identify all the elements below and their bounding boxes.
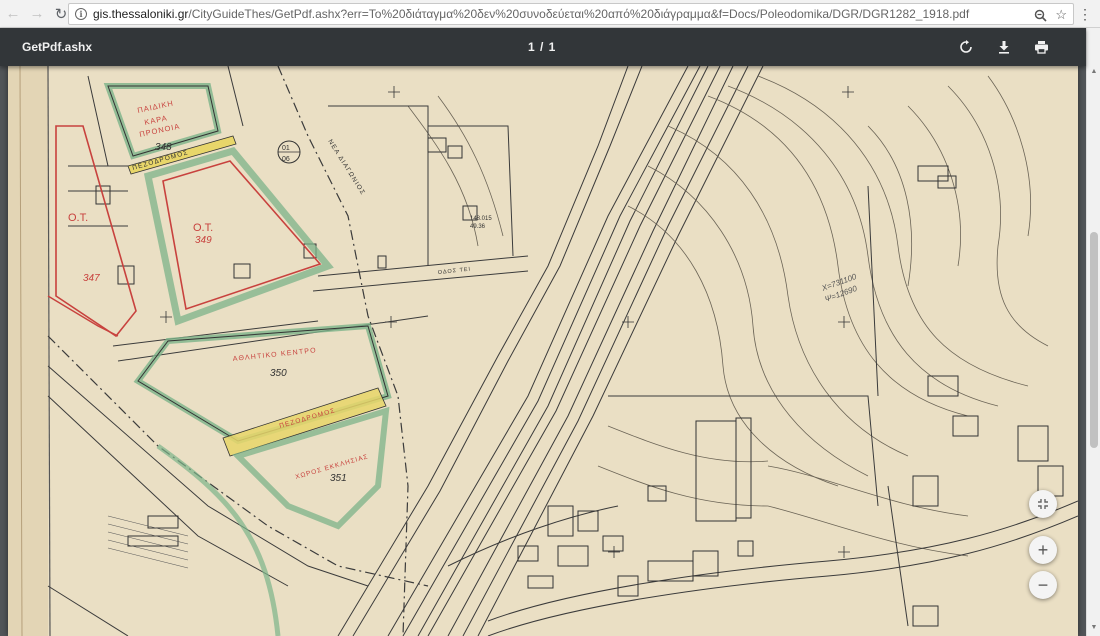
fit-to-page-icon — [1038, 499, 1048, 509]
url-path: /CityGuideThes/GetPdf.ashx?err=To%20διάτ… — [188, 7, 970, 21]
label-348: 348 — [155, 142, 172, 153]
zoom-out-button[interactable]: − — [1029, 571, 1057, 599]
pdf-toolbar: GetPdf.ashx 1 / 1 — [0, 28, 1086, 66]
info-icon[interactable]: i — [75, 8, 87, 20]
zoom-icon[interactable] — [1034, 9, 1047, 22]
label-351: 351 — [330, 473, 347, 484]
map-page: ΠΑΙΔΙΚΗ ΚΑΡΑ ΠΡΟΝΟΙΑ 348 ΠΕΖΟΔΡΟΜΟΣ Ο.Τ.… — [8, 66, 1078, 636]
label-349: 349 — [195, 235, 212, 246]
star-bookmark-icon[interactable]: ☆ — [1055, 7, 1067, 23]
label-347: 347 — [83, 273, 100, 284]
forward-arrow-icon[interactable]: → — [26, 3, 48, 25]
print-icon[interactable] — [1031, 37, 1051, 57]
back-arrow-icon[interactable]: ← — [2, 3, 24, 25]
browser-bar: ← → ↻ i gis.thessaloniki.gr/CityGuideThe… — [0, 0, 1100, 28]
label-elev-1: 148.015 — [470, 216, 492, 222]
address-bar[interactable]: i gis.thessaloniki.gr/CityGuideThes/GetP… — [68, 3, 1074, 25]
vertical-scrollbar[interactable]: ▲ ▼ — [1086, 28, 1100, 636]
label-elev-2: 49.36 — [470, 224, 486, 230]
cadastral-map: ΠΑΙΔΙΚΗ ΚΑΡΑ ΠΡΟΝΟΙΑ 348 ΠΕΖΟΔΡΟΜΟΣ Ο.Τ.… — [8, 66, 1078, 636]
scroll-thumb[interactable] — [1090, 232, 1098, 448]
download-icon[interactable] — [994, 37, 1014, 57]
url-host: gis.thessaloniki.gr — [93, 7, 189, 21]
pdf-viewer[interactable]: ΠΑΙΔΙΚΗ ΚΑΡΑ ΠΡΟΝΟΙΑ 348 ΠΕΖΟΔΡΟΜΟΣ Ο.Τ.… — [0, 66, 1086, 636]
document-title: GetPdf.ashx — [22, 40, 93, 54]
label-350: 350 — [270, 368, 287, 379]
fit-to-page-button[interactable] — [1029, 490, 1057, 518]
page-indicator: 1 / 1 — [528, 40, 557, 54]
rotate-icon[interactable] — [956, 37, 976, 57]
label-ot-349: Ο.Τ. — [193, 222, 213, 234]
label-ot-347: Ο.Τ. — [68, 212, 88, 224]
scroll-up-icon[interactable]: ▲ — [1090, 68, 1098, 76]
scroll-down-icon[interactable]: ▼ — [1090, 624, 1098, 632]
zoom-in-button[interactable]: + — [1029, 536, 1057, 564]
circle-label-top: 01 — [282, 145, 290, 152]
menu-dots-icon[interactable]: ⋮ — [1078, 5, 1092, 23]
circle-label-bottom: 06 — [282, 156, 290, 163]
